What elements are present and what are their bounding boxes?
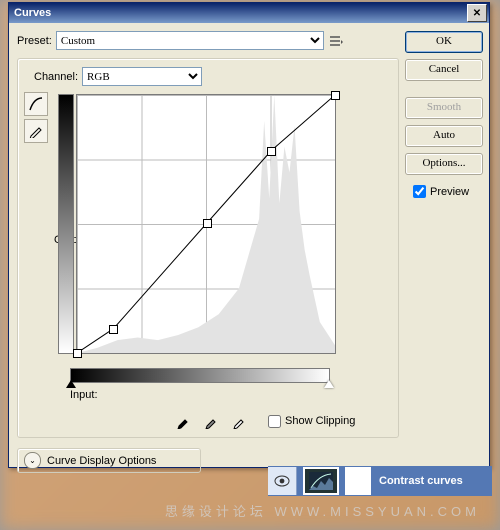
auto-button[interactable]: Auto bbox=[405, 125, 483, 147]
curve-grid[interactable] bbox=[76, 94, 336, 354]
preview-checkbox[interactable]: Preview bbox=[413, 185, 483, 198]
title-text: Curves bbox=[14, 7, 51, 19]
close-icon[interactable]: ✕ bbox=[467, 4, 487, 22]
preset-menu-icon[interactable] bbox=[328, 34, 344, 48]
preview-input[interactable] bbox=[413, 185, 426, 198]
gray-eyedropper-icon[interactable] bbox=[202, 411, 222, 431]
output-ramp bbox=[58, 94, 74, 354]
curve-display-options-label: Curve Display Options bbox=[47, 455, 156, 467]
adjustment-thumb[interactable] bbox=[303, 467, 339, 495]
curve-point[interactable] bbox=[109, 325, 118, 334]
show-clipping-input[interactable] bbox=[268, 415, 281, 428]
show-clipping-label: Show Clipping bbox=[285, 415, 355, 427]
black-eyedropper-icon[interactable] bbox=[174, 411, 194, 431]
chevron-down-icon: ⌄ bbox=[24, 452, 41, 469]
options-button[interactable]: Options... bbox=[405, 153, 483, 175]
input-axis-label: Input: bbox=[70, 389, 355, 401]
pencil-tool-icon[interactable] bbox=[24, 119, 48, 143]
curve-point[interactable] bbox=[331, 91, 340, 100]
white-eyedropper-icon[interactable] bbox=[230, 411, 250, 431]
layer-name: Contrast curves bbox=[379, 475, 463, 487]
preset-select[interactable]: Custom bbox=[56, 31, 324, 50]
watermark-small: 思缘设计论坛 WWW.MISSYUAN.COM bbox=[165, 501, 480, 520]
mask-thumb[interactable] bbox=[345, 467, 371, 495]
layer-strip[interactable]: Contrast curves bbox=[268, 466, 492, 496]
titlebar[interactable]: Curves ✕ bbox=[9, 3, 489, 23]
channel-label: Channel: bbox=[34, 71, 78, 83]
black-point-slider[interactable] bbox=[66, 380, 76, 388]
curve-display-options[interactable]: ⌄ Curve Display Options bbox=[17, 448, 201, 473]
input-ramp[interactable] bbox=[70, 368, 330, 383]
cancel-button[interactable]: Cancel bbox=[405, 59, 483, 81]
preview-label: Preview bbox=[430, 186, 469, 198]
ok-button[interactable]: OK bbox=[405, 31, 483, 53]
curve-point[interactable] bbox=[267, 147, 276, 156]
visibility-eye-icon[interactable] bbox=[268, 467, 297, 495]
show-clipping-checkbox[interactable]: Show Clipping bbox=[268, 415, 355, 428]
smooth-button[interactable]: Smooth bbox=[405, 97, 483, 119]
curve-point[interactable] bbox=[73, 349, 82, 358]
preset-label: Preset: bbox=[17, 35, 52, 47]
curve-tool-icon[interactable] bbox=[24, 92, 48, 116]
curves-dialog: Curves ✕ Preset: Custom Channel: RGB bbox=[8, 2, 490, 468]
channel-select[interactable]: RGB bbox=[82, 67, 202, 86]
white-point-slider[interactable] bbox=[324, 380, 334, 388]
curve-point[interactable] bbox=[203, 219, 212, 228]
